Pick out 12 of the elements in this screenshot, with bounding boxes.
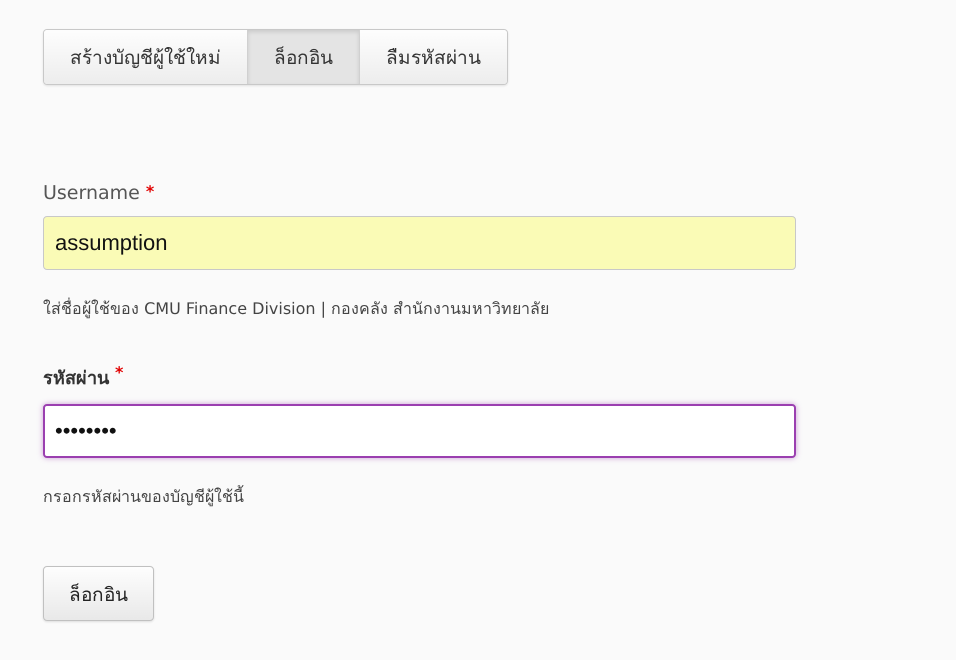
login-button[interactable]: ล็อกอิน (43, 566, 154, 621)
input-field[interactable]: •••••••• (43, 404, 796, 458)
tab[interactable]: ล็อกอิน (248, 30, 360, 84)
field-description: ใส่ชื่อผู้ใช้ของ CMU Finance Division | กองคลัง สำนักงานมหาวิทยาลัย (43, 296, 550, 320)
required-mark: * (146, 182, 154, 201)
tab[interactable]: สร้างบัญชีผู้ใช้ใหม่ (44, 30, 248, 84)
required-mark: * (115, 363, 124, 382)
input-field[interactable]: assumption (43, 216, 796, 270)
field-label: Username (43, 182, 140, 204)
tab[interactable]: ลืมรหัสผ่าน (360, 30, 507, 84)
field-description: กรอกรหัสผ่านของบัญชีผู้ใช้นี้ (43, 484, 245, 508)
field-label: รหัสผ่าน (43, 367, 109, 391)
